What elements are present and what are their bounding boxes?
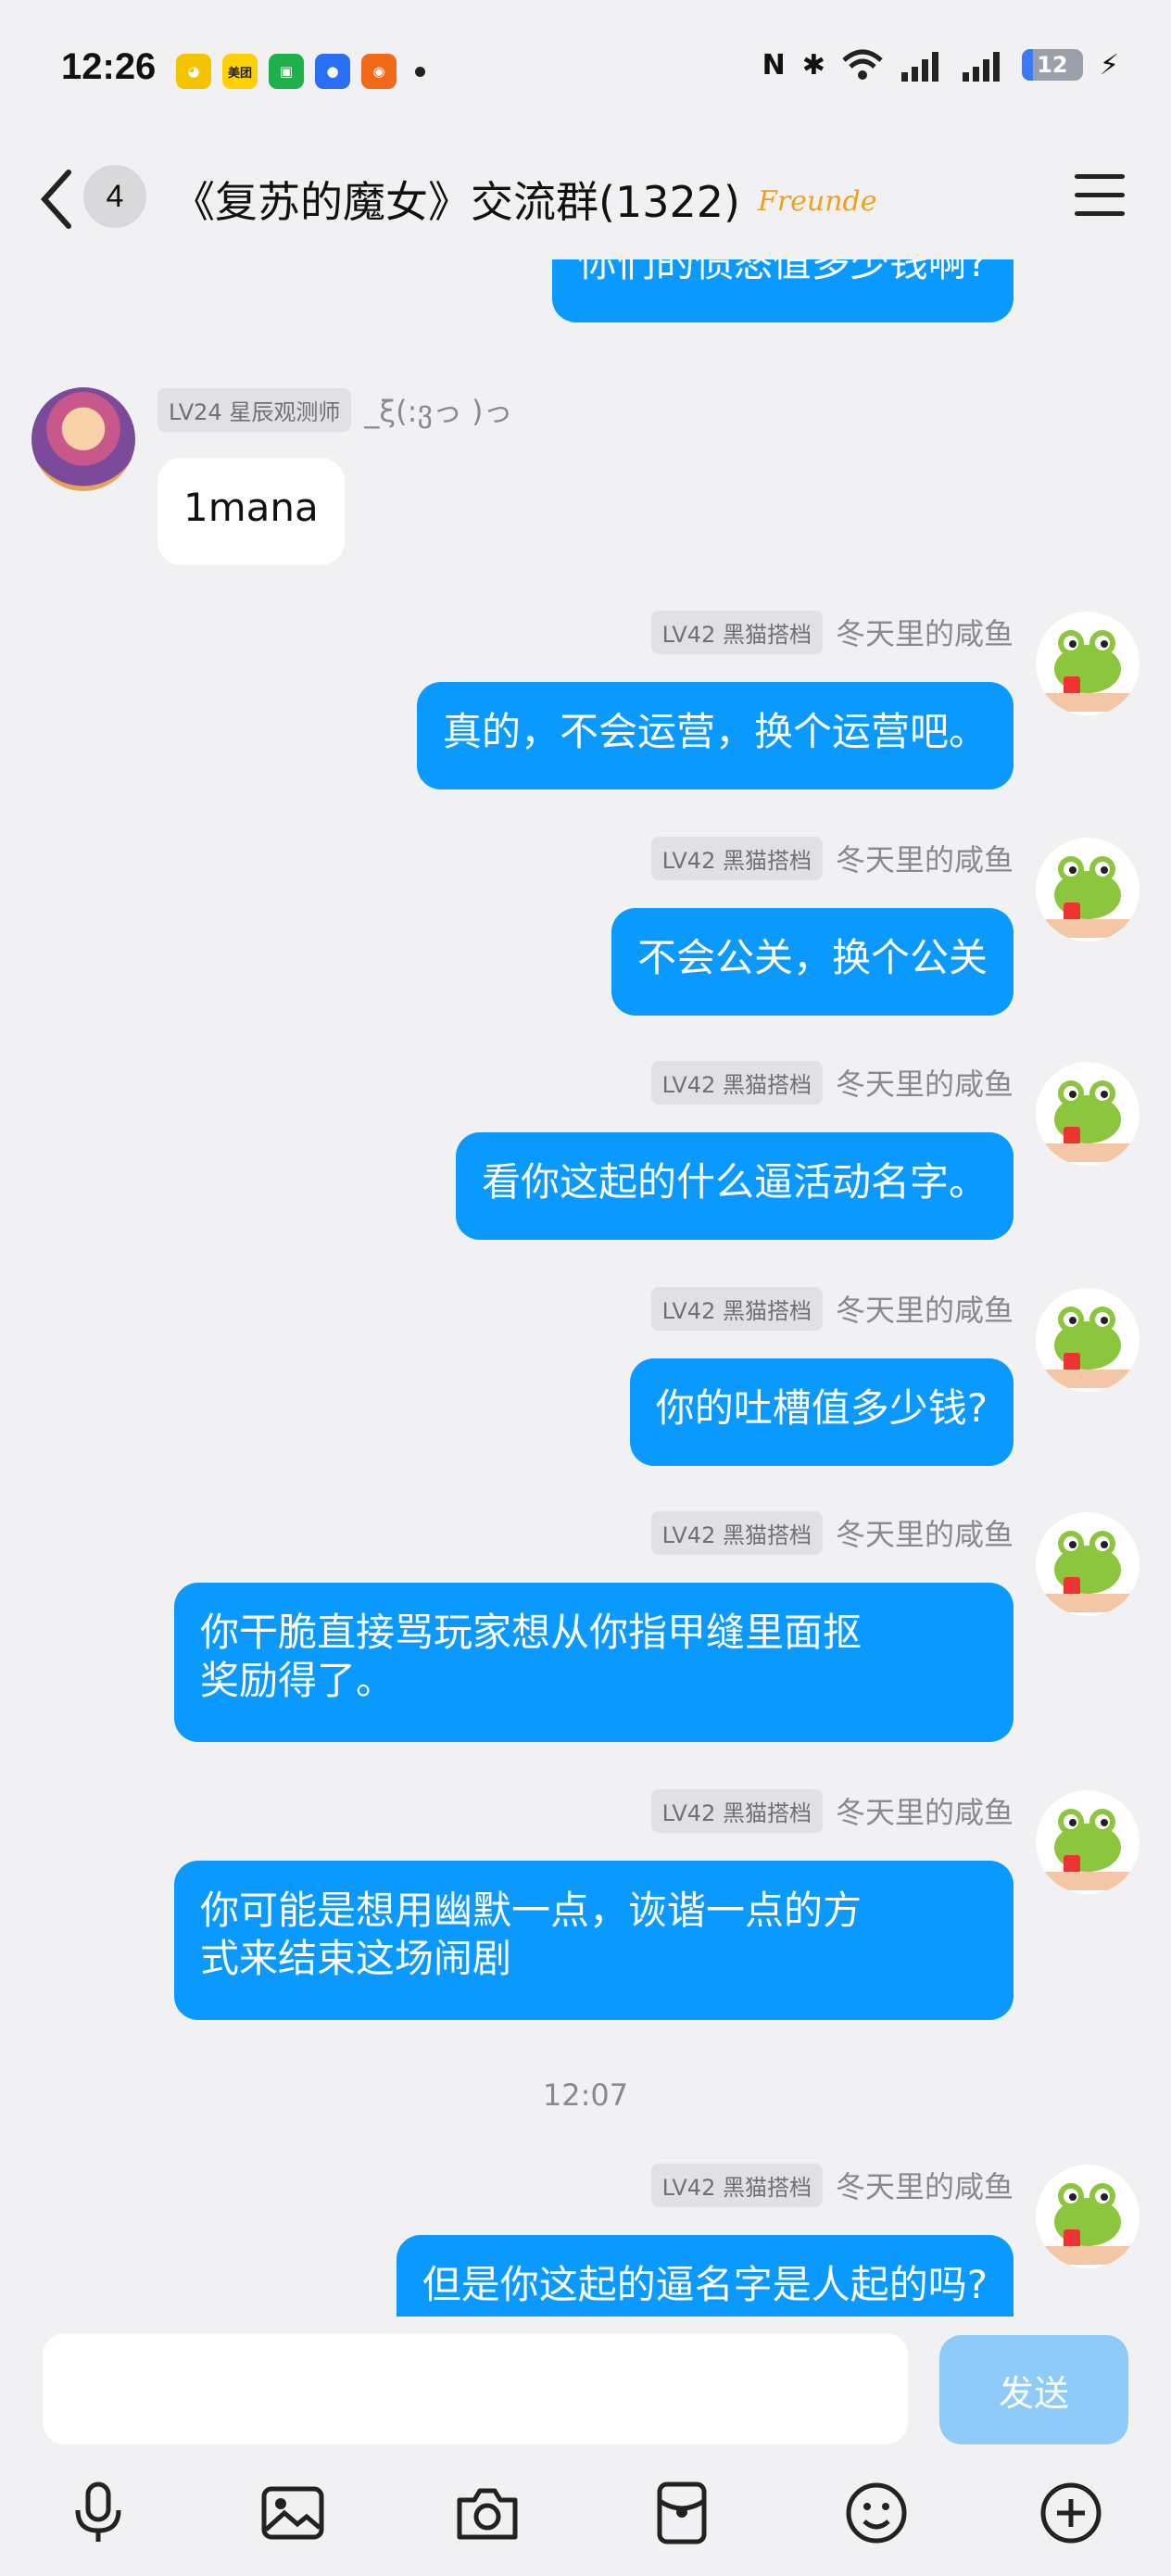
level-badge: LV42 黑猫搭档 (650, 1510, 823, 1555)
red-packet-icon[interactable] (645, 2476, 719, 2550)
message-line: 你干脆直接骂玩家想从你指甲缝里面抠 (200, 1610, 863, 1655)
level-badge: LV42 黑猫搭档 (650, 610, 823, 654)
message-line: 你可能是想用幽默一点，诙谐一点的方 (200, 1888, 863, 1933)
status-bar: 12:26 ◕ 美团 ▣ ● ◉ N ✱ 12 ⚡ (0, 0, 1171, 139)
sender-nickname[interactable]: 冬天里的咸鱼 (836, 2164, 1014, 2206)
send-button[interactable]: 发送 (939, 2335, 1128, 2444)
microphone-icon[interactable] (61, 2476, 135, 2550)
sender-nickname[interactable]: 冬天里的咸鱼 (836, 1287, 1014, 1330)
message-list[interactable]: 你们的愤怒值多少钱啊? LV24 星辰观测师 _ξ(:ვっ )っ 1mana L… (0, 259, 1171, 2317)
sender-info: LV42 黑猫搭档 冬天里的咸鱼 (650, 610, 1014, 654)
frog-avatar-icon (1045, 1531, 1130, 1612)
nfc-icon: N (762, 48, 786, 82)
bilibili-app-icon: ◕ (176, 54, 211, 89)
unread-count-badge[interactable]: 4 (83, 165, 146, 228)
meituan-app-icon: 美团 (222, 54, 258, 89)
level-badge: LV42 黑猫搭档 (650, 1286, 823, 1331)
message-bubble[interactable]: 你干脆直接骂玩家想从你指甲缝里面抠 奖励得了。 (174, 1583, 1014, 1742)
avatar[interactable] (1036, 838, 1140, 941)
level-badge: LV42 黑猫搭档 (650, 1060, 823, 1105)
menu-icon[interactable] (1075, 174, 1125, 217)
sender-info: LV42 黑猫搭档 冬天里的咸鱼 (650, 1788, 1014, 1833)
message-timestamp: 12:07 (542, 2077, 629, 2113)
avatar[interactable] (1036, 612, 1140, 715)
plus-icon[interactable] (1034, 2476, 1108, 2550)
more-notifications-dot (415, 66, 425, 77)
message-bubble[interactable]: 不会公关，换个公关 (611, 908, 1014, 1016)
sender-nickname[interactable]: 冬天里的咸鱼 (836, 611, 1014, 653)
back-arrow-icon[interactable] (33, 167, 80, 232)
shop-app-icon: ▣ (269, 54, 304, 89)
bluetooth-icon: ✱ (801, 48, 825, 82)
sender-info: LV24 星辰观测师 _ξ(:ვっ )っ (157, 387, 513, 432)
avatar[interactable] (1036, 1790, 1140, 1894)
weibo-app-icon: ◉ (361, 54, 397, 89)
level-badge: LV42 黑猫搭档 (650, 836, 823, 880)
battery-level: 12 (1037, 52, 1068, 78)
avatar[interactable] (1036, 1062, 1140, 1166)
chat-header: 4 《复苏的魔女》交流群(1322) Freunde (0, 139, 1171, 259)
message-bubble[interactable]: 1mana (157, 458, 345, 565)
system-status: N ✱ 12 ⚡ (762, 48, 1119, 82)
map-app-icon: ● (315, 54, 350, 89)
emoji-icon[interactable] (839, 2476, 913, 2550)
message-line: 式来结束这场闹剧 (200, 1936, 512, 1981)
camera-icon[interactable] (450, 2476, 524, 2550)
input-bar: 发送 (0, 2317, 1171, 2576)
sender-info: LV42 黑猫搭档 冬天里的咸鱼 (650, 1286, 1014, 1331)
message-bubble[interactable]: 真的，不会运营，换个运营吧。 (416, 682, 1014, 789)
notification-icons: ◕ 美团 ▣ ● ◉ (176, 54, 425, 89)
frog-avatar-icon (1045, 2183, 1130, 2265)
sender-info: LV42 黑猫搭档 冬天里的咸鱼 (650, 1510, 1014, 1555)
frog-avatar-icon (1045, 1307, 1130, 1388)
charging-icon: ⚡ (1099, 48, 1119, 82)
message-bubble[interactable]: 你们的愤怒值多少钱啊? (551, 259, 1014, 322)
sender-info: LV42 黑猫搭档 冬天里的咸鱼 (650, 836, 1014, 880)
wifi-icon (842, 49, 883, 80)
sender-info: LV42 黑猫搭档 冬天里的咸鱼 (650, 1060, 1014, 1105)
avatar[interactable] (1036, 1512, 1140, 1616)
frog-avatar-icon (1045, 630, 1130, 712)
level-badge: LV24 星辰观测师 (157, 387, 352, 432)
avatar[interactable] (31, 387, 135, 491)
sender-nickname[interactable]: 冬天里的咸鱼 (836, 837, 1014, 879)
message-bubble[interactable]: 但是你这起的逼名字是人起的吗? (396, 2235, 1014, 2317)
message-input[interactable] (43, 2333, 908, 2444)
sender-nickname[interactable]: _ξ(:ვっ )っ (364, 388, 512, 431)
image-icon[interactable] (256, 2476, 330, 2550)
sender-nickname[interactable]: 冬天里的咸鱼 (836, 1789, 1014, 1832)
signal-5g-icon (900, 52, 938, 82)
status-time: 12:26 (61, 46, 157, 87)
group-tag: Freunde (758, 185, 877, 218)
level-badge: LV42 黑猫搭档 (650, 1788, 823, 1833)
battery-icon: 12 (1021, 49, 1083, 81)
group-title[interactable]: 《复苏的魔女》交流群(1322) (172, 169, 740, 230)
avatar[interactable] (1036, 1288, 1140, 1392)
message-line: 奖励得了。 (200, 1658, 396, 1703)
frog-avatar-icon (1045, 856, 1130, 938)
message-bubble[interactable]: 看你这起的什么逼活动名字。 (455, 1132, 1014, 1240)
level-badge: LV42 黑猫搭档 (650, 2163, 823, 2207)
sender-nickname[interactable]: 冬天里的咸鱼 (836, 1061, 1014, 1104)
frog-avatar-icon (1045, 1080, 1130, 1162)
frog-avatar-icon (1045, 1809, 1130, 1890)
signal-5g-icon-2 (962, 52, 1000, 82)
message-bubble[interactable]: 你的吐槽值多少钱? (629, 1358, 1014, 1466)
sender-info: LV42 黑猫搭档 冬天里的咸鱼 (650, 2163, 1014, 2207)
message-bubble[interactable]: 你可能是想用幽默一点，诙谐一点的方 式来结束这场闹剧 (174, 1861, 1014, 2020)
avatar[interactable] (1036, 2165, 1140, 2268)
sender-nickname[interactable]: 冬天里的咸鱼 (836, 1511, 1014, 1554)
